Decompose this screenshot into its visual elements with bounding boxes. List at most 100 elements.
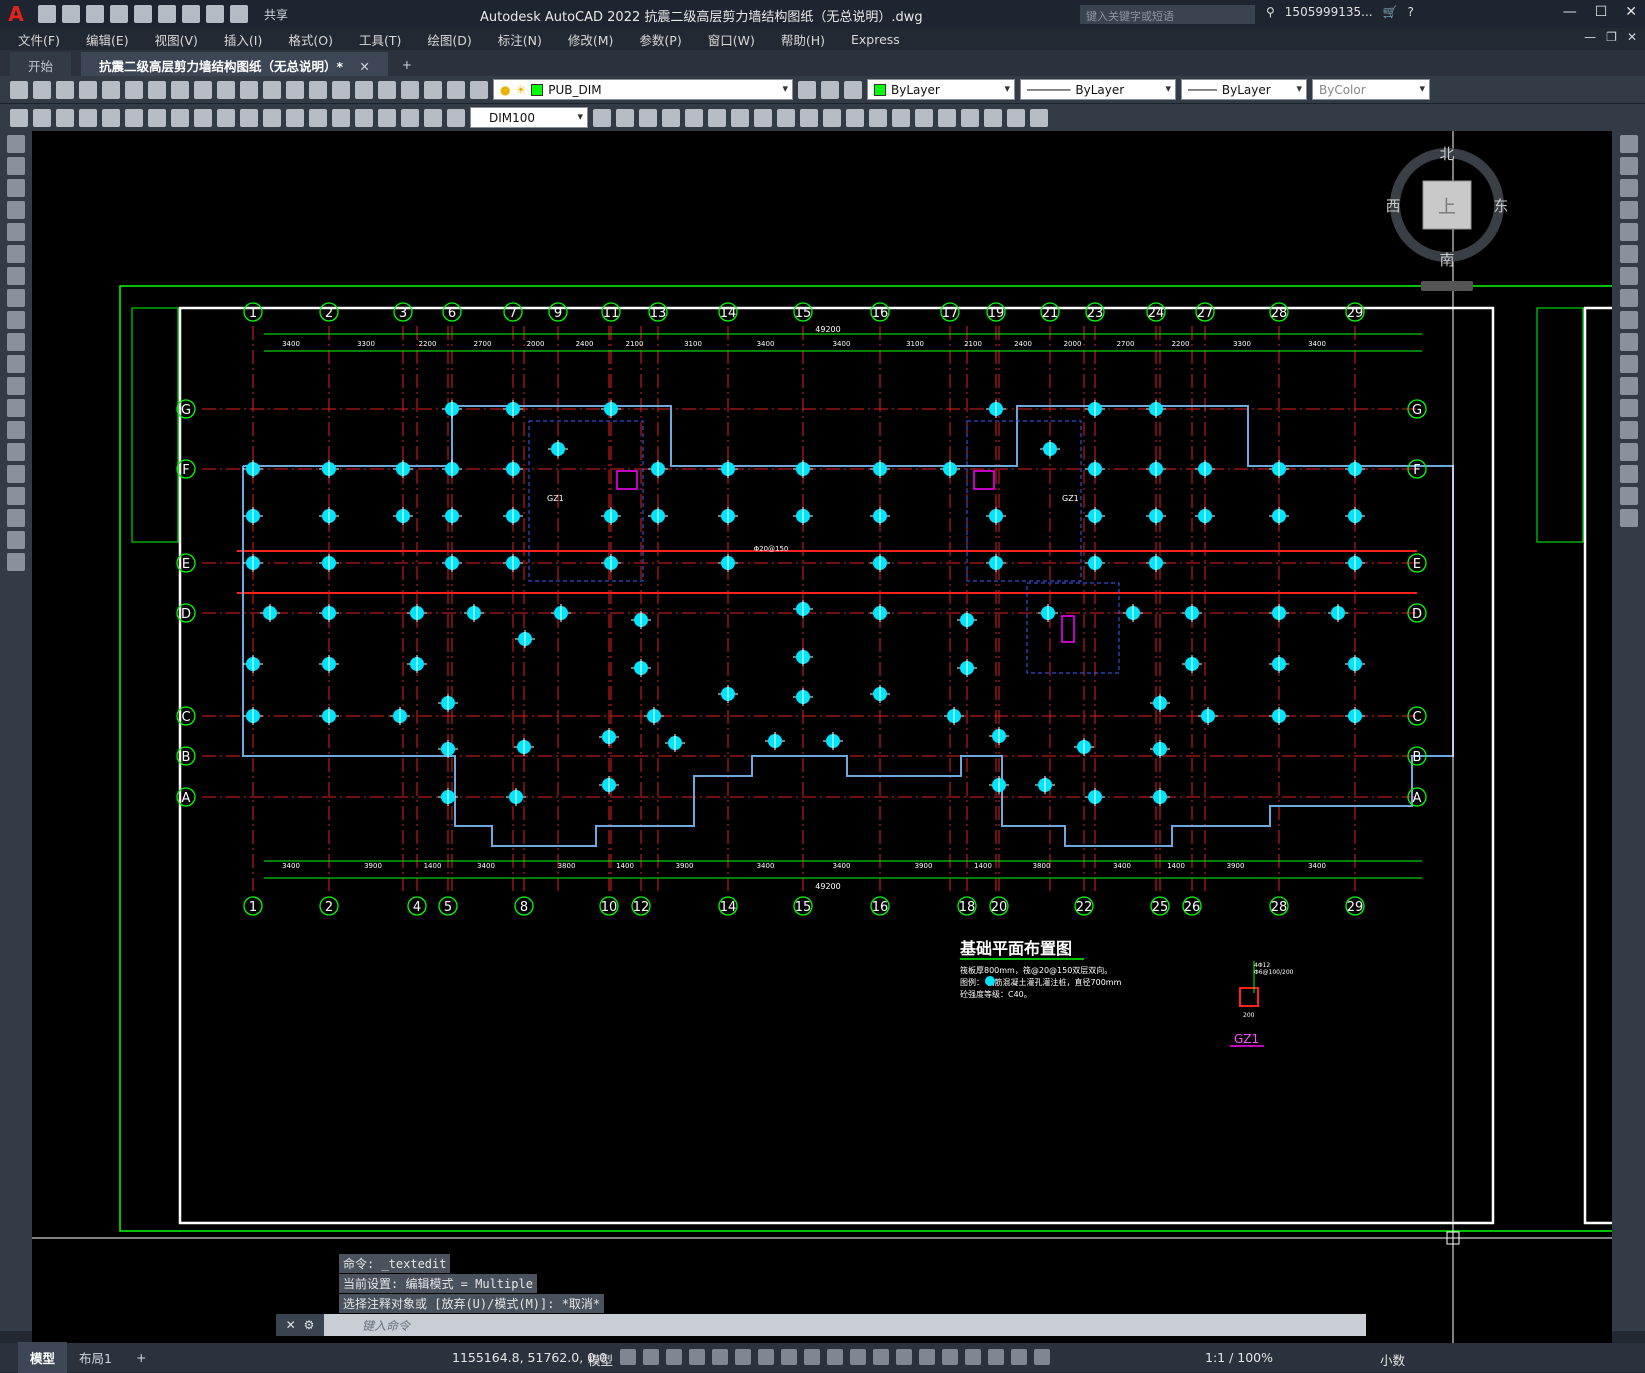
dynamic-input-icon[interactable] — [689, 1349, 705, 1365]
chamfer-icon[interactable] — [1620, 443, 1638, 461]
menu-view[interactable]: 视图(V) — [155, 30, 198, 49]
polygon-icon[interactable] — [7, 201, 25, 219]
preview-icon[interactable] — [102, 80, 120, 99]
tab-drawing[interactable]: 抗震二级高层剪力墙结构图纸（无总说明）* ✕ — [81, 52, 388, 76]
tool-l-icon[interactable] — [869, 108, 887, 127]
tool-r-icon[interactable] — [1007, 108, 1025, 127]
make-block-icon[interactable] — [7, 399, 25, 417]
zoom-previous-icon[interactable] — [286, 80, 304, 99]
viewcube[interactable]: 上 北 南 东 西 — [1385, 143, 1509, 293]
polyline-icon[interactable] — [7, 179, 25, 197]
gradient-icon[interactable] — [7, 465, 25, 483]
tool-g-icon[interactable] — [754, 108, 772, 127]
tool-h-icon[interactable] — [777, 108, 795, 127]
dimstyle-dropdown[interactable]: DIM100 — [470, 107, 588, 128]
pan-icon[interactable] — [217, 80, 235, 99]
print-icon[interactable] — [79, 80, 97, 99]
open-icon[interactable] — [33, 80, 51, 99]
doc-close-icon[interactable]: ✕ — [1627, 30, 1637, 44]
array-icon[interactable] — [1620, 223, 1638, 241]
tolerance-icon[interactable] — [309, 108, 327, 127]
compass-south[interactable]: 南 — [1439, 251, 1454, 269]
menu-modify[interactable]: 修改(M) — [568, 30, 614, 49]
compass-east[interactable]: 东 — [1493, 197, 1508, 215]
arc-icon[interactable] — [7, 245, 25, 263]
dynamic-ucs-icon[interactable] — [919, 1349, 935, 1365]
construction-line-icon[interactable] — [7, 157, 25, 175]
color-dropdown[interactable]: ByLayer — [867, 79, 1015, 100]
auto-scale-icon[interactable] — [1011, 1349, 1027, 1365]
plot-icon[interactable] — [182, 5, 200, 23]
jogged-linear-icon[interactable] — [378, 108, 396, 127]
blend-icon[interactable] — [1620, 487, 1638, 505]
properties-icon[interactable] — [309, 80, 327, 99]
selection-filter-icon[interactable] — [942, 1349, 958, 1365]
rotate-icon[interactable] — [1620, 267, 1638, 285]
dim-arc-icon[interactable] — [56, 108, 74, 127]
circle-icon[interactable] — [7, 267, 25, 285]
move-icon[interactable] — [1620, 245, 1638, 263]
erase-icon[interactable] — [1620, 135, 1638, 153]
hatch-icon[interactable] — [7, 443, 25, 461]
quickcalc-icon[interactable] — [424, 80, 442, 99]
menu-parametric[interactable]: 参数(P) — [639, 30, 681, 49]
menu-dimension[interactable]: 标注(N) — [498, 30, 542, 49]
command-input[interactable]: 键入命令 — [324, 1317, 410, 1334]
menu-help[interactable]: 帮助(H) — [781, 30, 825, 49]
model-space-toggle[interactable]: 模型 — [588, 1350, 613, 1369]
command-close-icon[interactable]: ✕ — [286, 1318, 296, 1332]
search-icon[interactable]: ⚲ — [1266, 5, 1275, 19]
qnew-icon[interactable] — [10, 80, 28, 99]
menu-draw[interactable]: 绘图(D) — [427, 30, 471, 49]
table-icon[interactable] — [7, 509, 25, 527]
dim-style-icon[interactable] — [593, 108, 611, 127]
autocad-logo-icon[interactable]: A — [0, 0, 32, 28]
dim-jogged-icon[interactable] — [125, 108, 143, 127]
quick-dim-icon[interactable] — [194, 108, 212, 127]
undo-icon[interactable] — [206, 5, 224, 23]
layer-state-icon[interactable] — [844, 80, 862, 99]
user-account[interactable]: 1505999135... — [1285, 5, 1373, 19]
add-layout-icon[interactable]: + — [124, 1344, 158, 1371]
tab-close-icon[interactable]: ✕ — [359, 59, 369, 74]
copy-icon[interactable] — [1620, 157, 1638, 175]
redo-icon[interactable] — [194, 80, 212, 99]
offset-icon[interactable] — [1620, 201, 1638, 219]
tool-d-icon[interactable] — [685, 108, 703, 127]
ellipse-icon[interactable] — [7, 333, 25, 351]
tool-a-icon[interactable] — [616, 108, 634, 127]
close-icon[interactable]: ✕ — [1625, 4, 1637, 20]
publish-icon[interactable] — [125, 80, 143, 99]
tool-q-icon[interactable] — [984, 108, 1002, 127]
markup-icon[interactable] — [401, 80, 419, 99]
menu-format[interactable]: 格式(O) — [288, 30, 333, 49]
tool-k-icon[interactable] — [846, 108, 864, 127]
object-snap-icon[interactable] — [804, 1349, 820, 1365]
dim-break-icon[interactable] — [286, 108, 304, 127]
zoom-window-icon[interactable] — [263, 80, 281, 99]
dim-diameter-icon[interactable] — [148, 108, 166, 127]
open-web-icon[interactable] — [134, 5, 152, 23]
point-icon[interactable] — [7, 421, 25, 439]
layer-dropdown[interactable]: ● ☀ PUB_DIM — [493, 79, 793, 100]
compass-west[interactable]: 西 — [1385, 197, 1401, 215]
break-at-point-icon[interactable] — [1620, 377, 1638, 395]
mirror-icon[interactable] — [1620, 179, 1638, 197]
dim-linear-icon[interactable] — [10, 108, 28, 127]
units-display[interactable]: 小数 — [1380, 1350, 1405, 1369]
save-as-icon[interactable] — [110, 5, 128, 23]
tool-o-icon[interactable] — [938, 108, 956, 127]
redo-icon[interactable] — [230, 5, 248, 23]
3d-osnap-icon[interactable] — [896, 1349, 912, 1365]
tool-j-icon[interactable] — [823, 108, 841, 127]
tool-c-icon[interactable] — [662, 108, 680, 127]
compass-north[interactable]: 北 — [1439, 145, 1454, 163]
linetype-dropdown[interactable]: ────── ByLayer — [1020, 79, 1176, 100]
menu-edit[interactable]: 编辑(E) — [86, 30, 129, 49]
selection-cycling-icon[interactable] — [873, 1349, 889, 1365]
help-icon[interactable] — [447, 80, 465, 99]
tool-palettes-icon[interactable] — [355, 80, 373, 99]
layer-previous-icon[interactable] — [821, 80, 839, 99]
zoom-realtime-icon[interactable] — [240, 80, 258, 99]
cad-drawing[interactable]: 49200 49200 3400 3300 2200 2700 2000 2400 2100… — [32, 131, 1612, 1343]
